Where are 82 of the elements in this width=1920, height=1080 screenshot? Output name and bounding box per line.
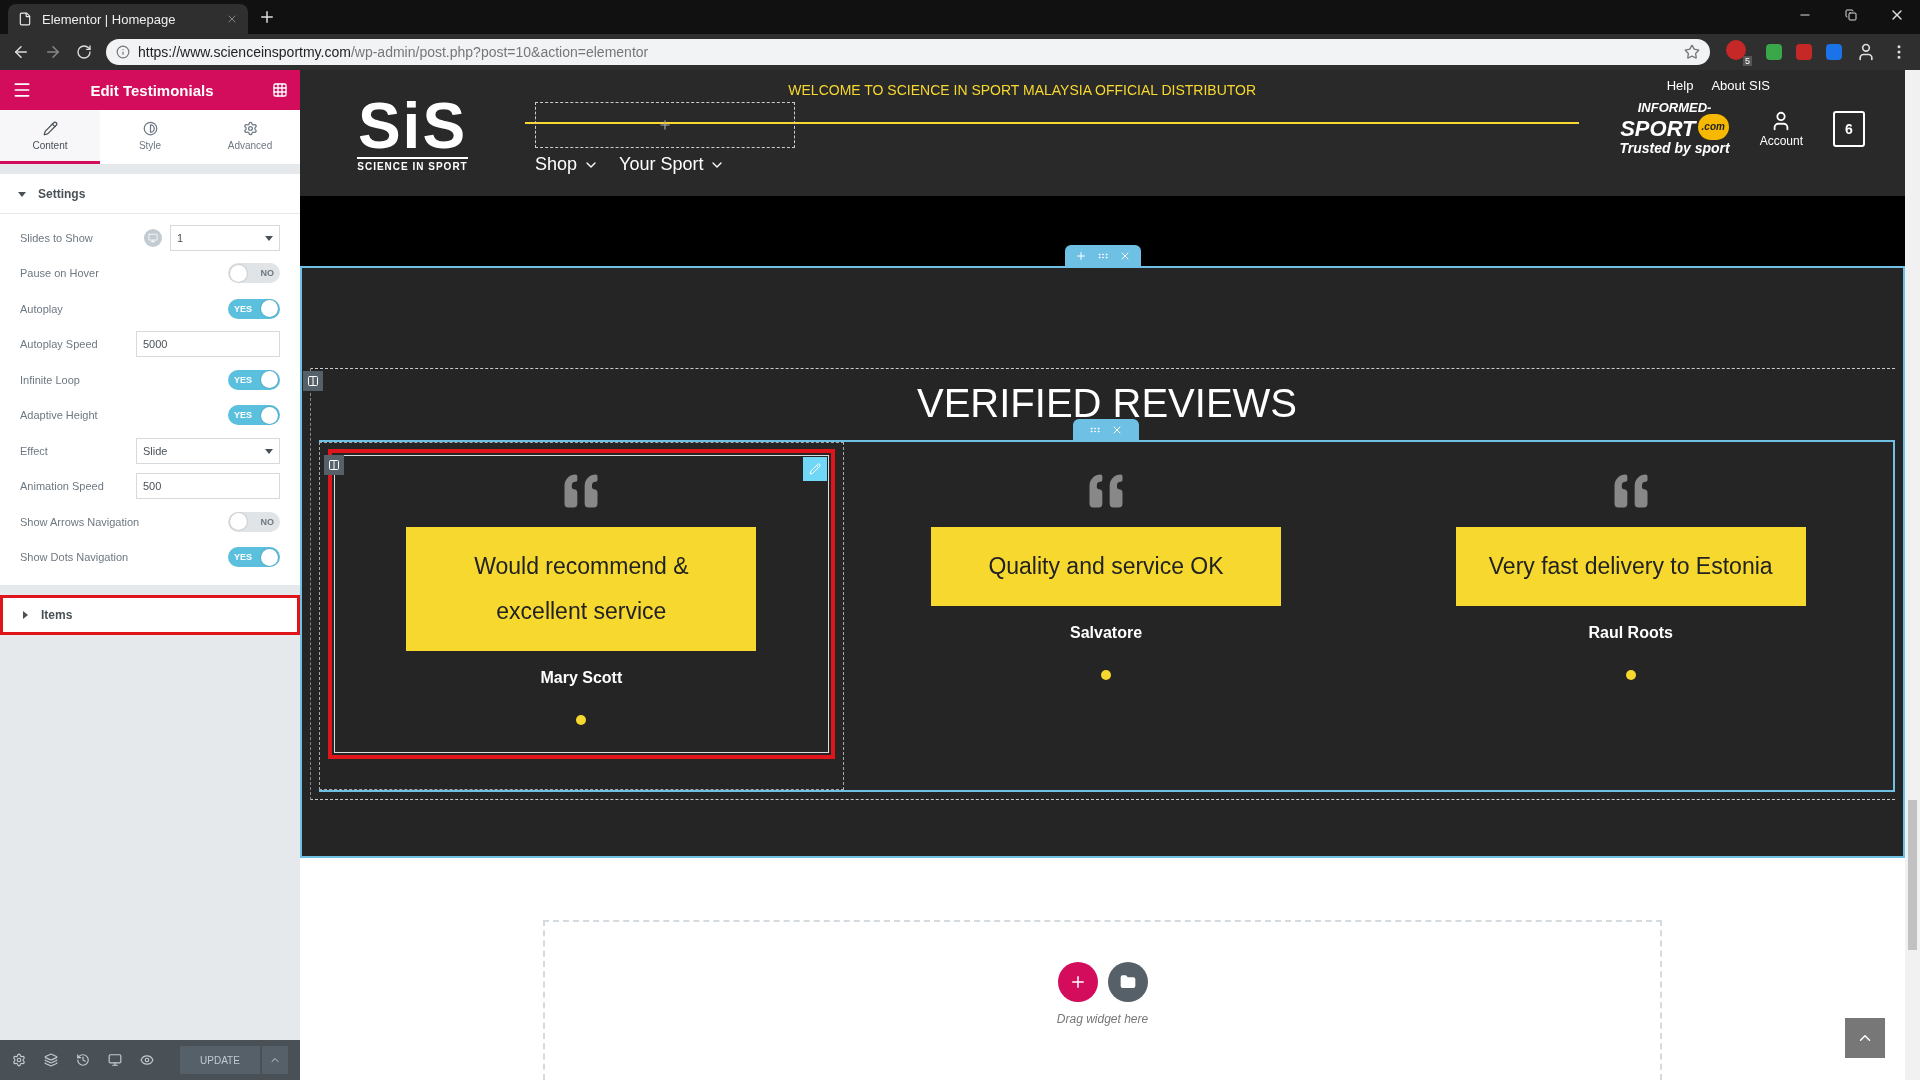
- logo[interactable]: SiS SCIENCE IN SPORT: [340, 94, 485, 172]
- top-link[interactable]: Help: [1666, 78, 1694, 93]
- pencil-icon: [42, 120, 58, 136]
- grip-icon[interactable]: [1096, 250, 1109, 262]
- reload-icon[interactable]: [76, 44, 92, 60]
- gear-icon: [242, 120, 258, 136]
- testimonial-card[interactable]: Quality and service OK Salvatore: [852, 449, 1360, 759]
- caret-icon: [265, 446, 273, 455]
- announcement-text: WELCOME TO SCIENCE IN SPORT MALAYSIA OFFICIAL DISTRIBUTOR: [787, 82, 1258, 98]
- forward-icon[interactable]: [44, 43, 62, 61]
- input-field[interactable]: 5000: [136, 331, 280, 358]
- folder-icon: [1119, 974, 1136, 990]
- caret-icon: [21, 611, 29, 619]
- plus-icon: [658, 118, 672, 132]
- toggle-switch[interactable]: NO: [228, 263, 280, 284]
- control-label: Adaptive Height: [20, 409, 99, 422]
- toggle-switch[interactable]: NO: [228, 511, 280, 532]
- eye-icon[interactable]: [140, 1053, 154, 1067]
- edit-button[interactable]: [802, 457, 827, 481]
- address-bar[interactable]: https://www.scienceinsportmy.com/wp-admin/post.php?post=10&action=elementor: [106, 39, 1710, 65]
- section-heading: VERIFIED REVIEWS: [915, 381, 1299, 426]
- scrollbar-thumb[interactable]: [1908, 800, 1917, 950]
- reviewer-name: Salvatore: [1070, 624, 1143, 642]
- control-label: Show Dots Navigation: [20, 551, 130, 564]
- slider-dot[interactable]: [1625, 670, 1636, 680]
- section-handle[interactable]: [1064, 245, 1141, 267]
- select-field[interactable]: Slide: [136, 437, 280, 464]
- browser-tab[interactable]: Elementor | Homepage: [8, 4, 248, 34]
- drop-area[interactable]: [535, 102, 795, 148]
- control-label: Autoplay Speed: [20, 338, 99, 351]
- grip-icon[interactable]: [1089, 424, 1101, 436]
- folder-button[interactable]: [1107, 962, 1148, 1002]
- grid-icon[interactable]: [272, 82, 288, 98]
- control-label: Slides to Show: [20, 231, 94, 244]
- gear-icon[interactable]: [12, 1053, 26, 1067]
- reviewer-name: Raul Roots: [1588, 624, 1673, 642]
- control-label: Show Arrows Navigation: [20, 515, 141, 528]
- new-tab-icon[interactable]: [258, 8, 276, 26]
- section-header[interactable]: Items: [0, 595, 300, 635]
- history-icon[interactable]: [76, 1053, 90, 1067]
- nav-link[interactable]: Your Sport: [619, 154, 726, 175]
- select-field[interactable]: 1: [170, 224, 280, 251]
- profile-icon[interactable]: [1856, 42, 1876, 62]
- add-button[interactable]: [1057, 962, 1098, 1002]
- file-icon: [18, 12, 32, 26]
- cart-button[interactable]: 6: [1833, 110, 1865, 147]
- panel-tab[interactable]: Content: [0, 110, 100, 164]
- panel-title: Edit Testimonials: [90, 81, 214, 99]
- partner-logo: INFORMED- SPORT .com Trusted by sport: [1619, 101, 1730, 156]
- monitor-icon[interactable]: [108, 1053, 122, 1067]
- extension-icon[interactable]: [1766, 44, 1782, 60]
- testimonial-text: Would recommend & excellent service: [406, 527, 757, 651]
- widget-handle[interactable]: [1073, 419, 1139, 441]
- close-icon[interactable]: [226, 13, 238, 25]
- slider-dot[interactable]: [1101, 670, 1111, 680]
- column-icon[interactable]: [324, 455, 344, 475]
- testimonial-card[interactable]: Very fast delivery to Estonia Raul Roots: [1377, 449, 1884, 759]
- control-label: Animation Speed: [20, 480, 105, 493]
- control-label: Infinite Loop: [20, 373, 81, 386]
- layers-icon[interactable]: [44, 1053, 58, 1067]
- nav-link[interactable]: Shop: [535, 154, 600, 175]
- caret-icon: [18, 189, 26, 198]
- account-link[interactable]: Account: [1759, 109, 1803, 148]
- slider-dot[interactable]: [576, 715, 587, 725]
- testimonial-text: Quality and service OK: [931, 527, 1281, 606]
- contrast-icon: [142, 120, 158, 136]
- restore-icon: [1845, 9, 1857, 21]
- section-header[interactable]: Settings: [0, 174, 300, 214]
- column-icon[interactable]: [303, 371, 323, 391]
- caret-icon: [265, 233, 273, 242]
- pencil-icon: [808, 463, 821, 475]
- reviewer-name: Mary Scott: [540, 669, 623, 687]
- back-icon[interactable]: [12, 43, 30, 61]
- menu-icon[interactable]: [12, 80, 32, 100]
- drop-hint: Drag widget here: [1056, 1012, 1149, 1026]
- control-label: Autoplay: [20, 302, 64, 315]
- update-button[interactable]: UPDATE: [180, 1046, 260, 1074]
- input-field[interactable]: 500: [136, 473, 280, 500]
- control-label: Pause on Hover: [20, 267, 100, 280]
- testimonial-text: Very fast delivery to Estonia: [1455, 527, 1806, 606]
- top-link[interactable]: About SIS: [1711, 78, 1770, 93]
- control-label: Effect: [20, 444, 49, 457]
